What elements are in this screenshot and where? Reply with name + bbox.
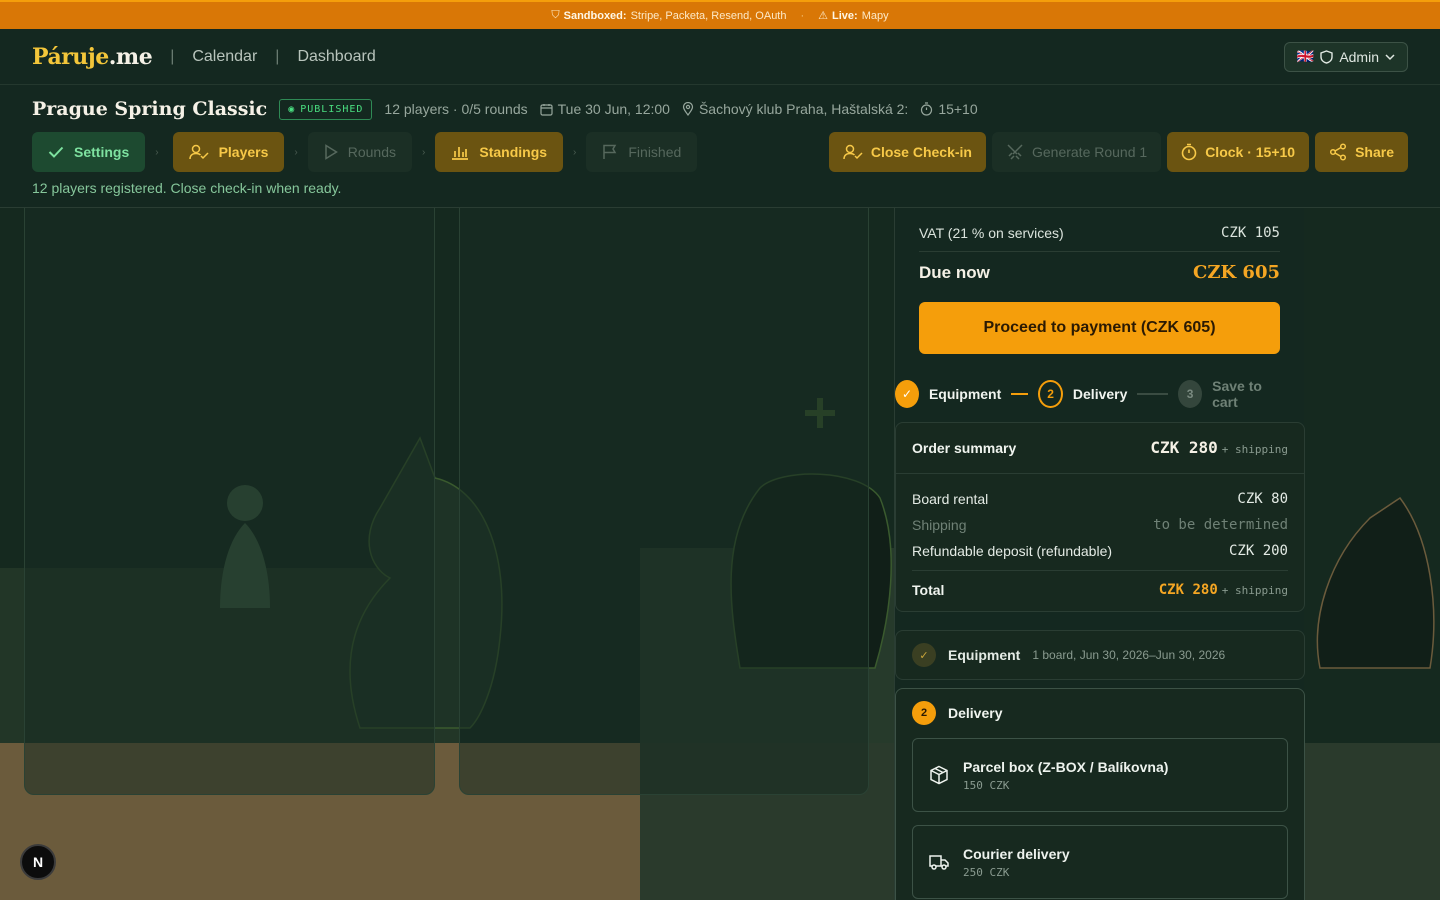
logo[interactable]: Páruje.me [32, 44, 153, 70]
chevron-right-icon: › [294, 146, 298, 158]
step-settings[interactable]: Settings [32, 132, 146, 172]
share-icon [1330, 143, 1347, 161]
nav-link-dashboard[interactable]: Dashboard [297, 48, 375, 66]
sandbox-info: ⛉ Sandboxed: Stripe, Packeta, Resend, OA… [551, 9, 786, 22]
summary-total: Total CZK 280 + shipping [912, 570, 1288, 611]
map-pin-icon [682, 102, 694, 116]
step-done-check-icon[interactable]: ✓ [895, 380, 919, 408]
check-icon [48, 146, 64, 158]
package-icon [930, 765, 948, 785]
generate-round-button[interactable]: Generate Round 1 [991, 132, 1162, 172]
shield-icon [1320, 49, 1334, 64]
calendar-icon [540, 103, 553, 116]
live-value: Mapy [861, 9, 889, 22]
live-label: Live: [832, 9, 858, 22]
nav-link-calendar[interactable]: Calendar [192, 48, 257, 66]
summary-line-deposit: Refundable deposit (refundable) CZK 200 [912, 543, 1288, 559]
live-info: ⚠ Live: Mapy [818, 9, 889, 23]
shield-icon: ⛉ [551, 9, 560, 21]
status-badge: ◉ PUBLISHED [279, 98, 373, 120]
clock-button[interactable]: Clock · 15+10 [1167, 132, 1310, 172]
order-summary-amount: CZK 280 [1150, 438, 1218, 457]
chevron-right-icon: › [422, 146, 426, 158]
wizard-step-save: Save to cart [1212, 378, 1262, 410]
check-icon: ✓ [912, 643, 936, 667]
wizard-step-3-number: 3 [1178, 380, 1203, 408]
flag-icon [603, 144, 617, 159]
top-nav: Páruje.me | Calendar | Dashboard 🇬🇧 Admi… [0, 29, 1440, 85]
step-standings[interactable]: Standings [435, 132, 564, 172]
sandboxed-label: Sandboxed: [563, 9, 627, 22]
ghost-card-left [24, 208, 435, 795]
timer-icon [921, 102, 933, 116]
close-checkin-button[interactable]: Close Check-in [828, 132, 986, 172]
step-finished[interactable]: Finished [586, 132, 698, 172]
share-button[interactable]: Share [1315, 132, 1408, 172]
checkout-wizard: ✓ Equipment 2 Delivery 3 Save to cart [895, 378, 1280, 410]
bar-chart-icon [452, 147, 469, 160]
chess-knight-image-right [1316, 496, 1435, 669]
delivery-option-courier[interactable]: Courier delivery 250 CZK [912, 825, 1288, 899]
ghost-card-middle [459, 208, 869, 795]
rental-checkout-panel: VAT (21 % on services) CZK 105 Due now C… [894, 208, 1305, 900]
wizard-step-delivery[interactable]: Delivery [1073, 386, 1127, 402]
equipment-section-collapsed[interactable]: ✓ Equipment 1 board, Jun 30, 2026–Jun 30… [895, 630, 1305, 680]
step-players[interactable]: Players [172, 132, 285, 172]
delivery-option-parcel-box[interactable]: Parcel box (Z-BOX / Balíkovna) 150 CZK [912, 738, 1288, 812]
sandboxed-value: Stripe, Packeta, Resend, OAuth [630, 9, 787, 22]
tournament-header: Prague Spring Classic ◉ PUBLISHED 12 play… [0, 86, 1440, 208]
due-now: Due now CZK 605 [919, 262, 1280, 283]
dev-tools-button[interactable]: N [20, 844, 56, 880]
status-hint: 12 players registered. Close check-in wh… [32, 180, 342, 196]
tournament-title: Prague Spring Classic [32, 98, 268, 120]
chevron-right-icon: › [155, 146, 159, 158]
swords-icon [1007, 144, 1023, 160]
delivery-section: 2 Delivery Parcel box (Z-BOX / Balíkovna… [895, 688, 1305, 900]
chevron-right-icon: › [573, 146, 577, 158]
play-icon [325, 144, 338, 160]
flag-icon: 🇬🇧 [1296, 48, 1315, 64]
order-summary: Order summary CZK 280 + shipping Board re… [895, 422, 1305, 612]
user-check-icon [843, 144, 863, 160]
proceed-to-payment-button[interactable]: Proceed to payment (CZK 605) [919, 302, 1280, 354]
vat-line: VAT (21 % on services) CZK 105 [919, 225, 1280, 252]
wizard-step-2-number[interactable]: 2 [1038, 380, 1063, 408]
truck-icon [929, 855, 949, 870]
chevron-down-icon [1385, 53, 1395, 60]
user-check-icon [188, 144, 209, 160]
delivery-step-number: 2 [912, 701, 936, 725]
timer-icon [1181, 143, 1197, 161]
tournament-venue: Šachový klub Praha, Haštalská 2: [682, 101, 908, 117]
sandbox-banner: ⛉ Sandboxed: Stripe, Packeta, Resend, OA… [0, 0, 1440, 29]
warning-icon: ⚠ [818, 10, 829, 22]
admin-menu-button[interactable]: 🇬🇧 Admin [1283, 41, 1408, 72]
tournament-date: Tue 30 Jun, 12:00 [540, 101, 670, 117]
time-control: 15+10 [920, 101, 978, 117]
admin-label: Admin [1339, 48, 1379, 65]
wizard-step-equipment[interactable]: Equipment [929, 386, 1001, 402]
delivery-title: Delivery [948, 705, 1003, 721]
summary-line-shipping: Shipping to be determined [912, 517, 1288, 533]
order-summary-title: Order summary [912, 440, 1017, 456]
players-rounds: 12 players · 0/5 rounds [384, 101, 528, 117]
step-rounds[interactable]: Rounds [307, 132, 413, 172]
summary-line-board-rental: Board rental CZK 80 [912, 491, 1288, 507]
check-circle-icon: ◉ [288, 103, 296, 115]
